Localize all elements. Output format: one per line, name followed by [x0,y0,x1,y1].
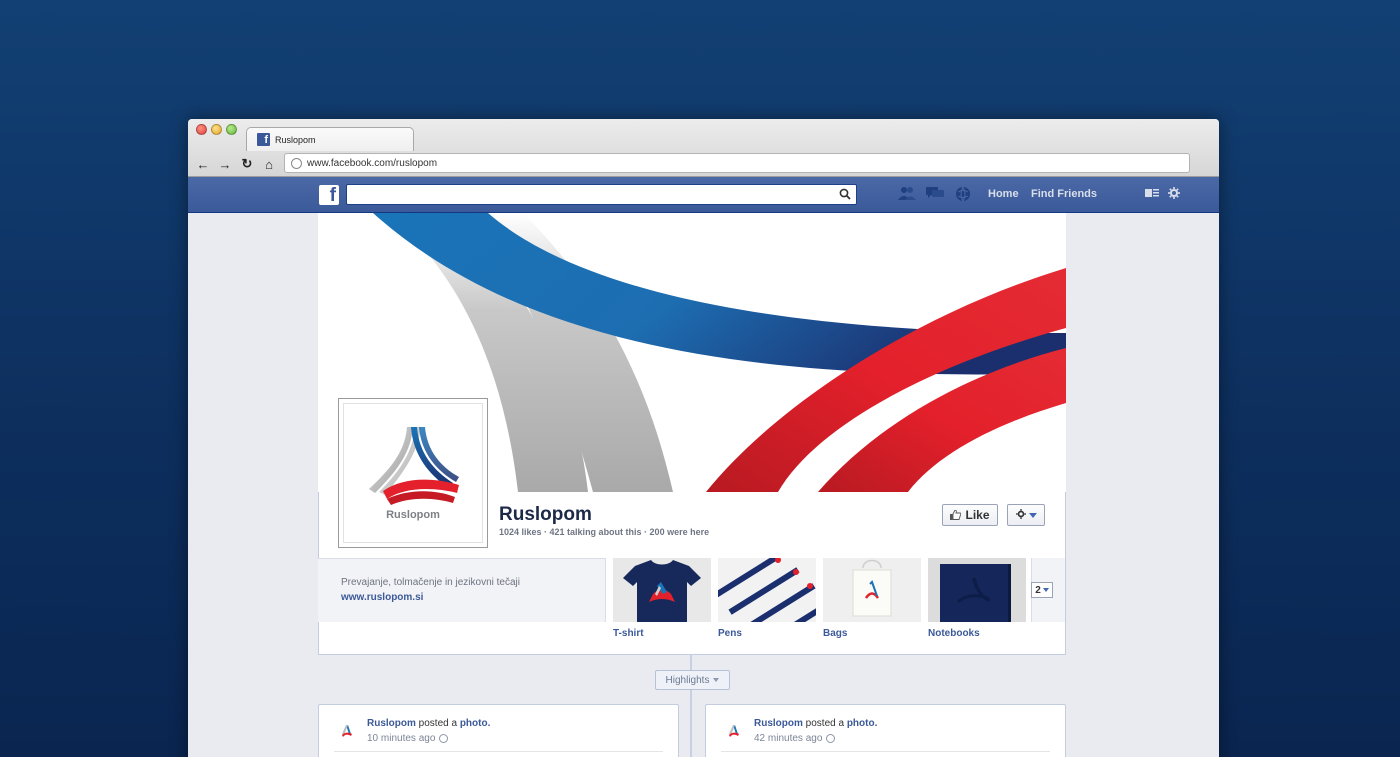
app-label-bags[interactable]: Bags [823,628,847,639]
reload-icon[interactable]: ↻ [236,156,258,172]
post-header: Ruslopom posted a photo. [754,718,877,729]
post-action: posted a [805,718,845,729]
post-divider [721,751,1050,752]
app-tile-bags[interactable] [823,558,921,622]
avatar[interactable] [339,723,355,739]
settings-gear-icon[interactable] [1168,187,1180,202]
home-link[interactable]: Home [988,188,1019,200]
app-label-notebooks[interactable]: Notebooks [928,628,980,639]
highlights-label: Highlights [665,674,710,686]
like-button-label: Like [965,508,990,522]
post-divider [334,751,663,752]
home-icon[interactable]: ⌂ [258,157,280,172]
timeline-post: Ruslopom posted a photo. 42 minutes ago [705,704,1066,757]
more-apps-button[interactable]: 2 [1031,582,1053,598]
address-bar[interactable]: www.facebook.com/ruslopom [284,153,1190,173]
app-label-tshirt[interactable]: T-shirt [613,628,644,639]
chevron-down-icon [1028,512,1037,518]
about-section: Prevajanje, tolmačenje in jezikovni teča… [318,558,606,622]
forward-arrow-icon[interactable]: → [214,157,236,172]
app-tile-notebooks[interactable] [928,558,1026,622]
post-action: posted a [418,718,458,729]
chevron-down-icon [713,678,720,682]
app-tile-pens[interactable] [718,558,816,622]
post-object-link[interactable]: photo. [460,718,491,729]
page-options-button[interactable] [1007,504,1045,526]
thumbs-up-icon [950,510,962,520]
facebook-search-input[interactable] [346,184,857,205]
facebook-favicon-icon: f [257,133,270,146]
friend-requests-icon[interactable] [898,186,916,202]
public-globe-icon [439,734,449,743]
page-title[interactable]: Ruslopom [499,504,592,526]
browser-window: f Ruslopom ← → ↻ ⌂ www.facebook.com/rusl… [188,119,1219,757]
highlights-dropdown[interactable]: Highlights [655,670,730,690]
post-object-link[interactable]: photo. [847,718,878,729]
post-author-link[interactable]: Ruslopom [754,718,803,729]
facebook-logo-icon[interactable]: f [319,185,339,205]
browser-chrome: f Ruslopom ← → ↻ ⌂ www.facebook.com/rusl… [188,119,1219,177]
url-text: www.facebook.com/ruslopom [307,157,438,169]
account-icon[interactable] [1145,187,1159,201]
post-meta: 42 minutes ago [754,733,836,744]
post-header: Ruslopom posted a photo. [367,718,490,729]
app-tile-tshirt[interactable] [613,558,711,622]
gear-icon [1015,508,1026,522]
facebook-header: f Home Find Friends [188,177,1219,213]
public-globe-icon [826,734,836,743]
messages-icon[interactable] [926,186,944,202]
maximize-window-button[interactable] [226,124,237,135]
post-meta: 10 minutes ago [367,733,449,744]
app-label-pens[interactable]: Pens [718,628,742,639]
avatar[interactable] [726,723,742,739]
back-arrow-icon[interactable]: ← [192,157,214,172]
notifications-icon[interactable] [954,186,972,202]
browser-tab[interactable]: f Ruslopom [246,127,414,151]
page-stats: 1024 likes · 421 talking about this · 20… [499,527,710,537]
window-controls [196,124,237,135]
post-timestamp[interactable]: 10 minutes ago [367,733,435,744]
chevron-down-icon [1042,588,1049,592]
search-icon[interactable] [839,188,851,203]
profile-picture[interactable]: Ruslopom [338,398,488,548]
close-window-button[interactable] [196,124,207,135]
find-friends-link[interactable]: Find Friends [1031,188,1097,200]
about-description: Prevajanje, tolmačenje in jezikovni teča… [341,577,520,588]
tab-title: Ruslopom [275,134,316,145]
website-link[interactable]: www.ruslopom.si [341,592,605,603]
ruslopom-logo-icon [369,427,459,505]
post-author-link[interactable]: Ruslopom [367,718,416,729]
browser-toolbar: ← → ↻ ⌂ www.facebook.com/ruslopom [188,151,1219,177]
like-button[interactable]: Like [942,504,998,526]
post-timestamp[interactable]: 42 minutes ago [754,733,822,744]
globe-icon [291,157,302,169]
profile-logo-text: Ruslopom [386,509,440,521]
more-apps-count: 2 [1035,584,1041,596]
minimize-window-button[interactable] [211,124,222,135]
timeline-post: Ruslopom posted a photo. 10 minutes ago [318,704,679,757]
